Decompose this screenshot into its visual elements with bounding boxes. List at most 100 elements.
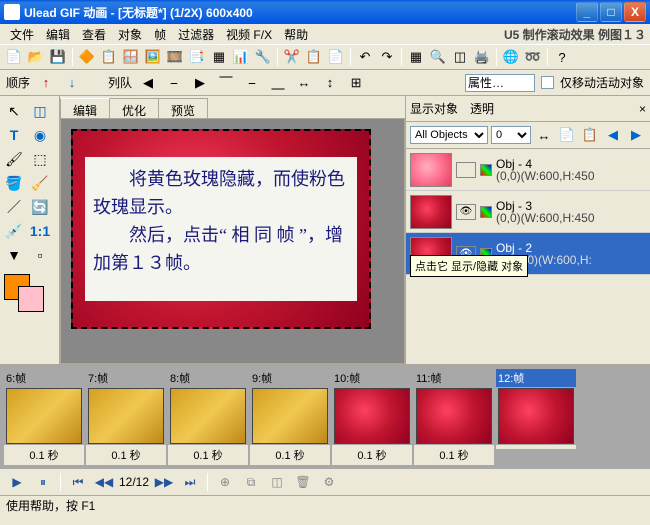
same-frame-button[interactable]: ⧉: [240, 472, 262, 492]
pause-button[interactable]: ⏸: [32, 472, 54, 492]
next-frame-button[interactable]: ▶▶: [153, 472, 175, 492]
video-button[interactable]: 🎞️: [165, 47, 185, 67]
maximize-button[interactable]: □: [600, 2, 622, 22]
document-button[interactable]: 📋: [99, 47, 119, 67]
frame[interactable]: 12:帧: [496, 369, 576, 465]
window-button[interactable]: 🪟: [121, 47, 141, 67]
move-only-checkbox[interactable]: [541, 76, 554, 89]
canvas[interactable]: 将黄色玫瑰隐藏，而使粉色玫瑰显示。 然后，点击“ 相 同 帧 ”，增加第１３帧。: [71, 129, 371, 329]
selection-tool[interactable]: ◫: [28, 100, 52, 122]
menu-help[interactable]: 帮助: [278, 24, 314, 45]
pointer-tool[interactable]: ↖: [2, 100, 26, 122]
frame[interactable]: 9:帧 0.1 秒: [250, 369, 330, 465]
visibility-toggle[interactable]: [456, 162, 476, 178]
prev-object-icon[interactable]: ◀: [603, 125, 623, 145]
help-button[interactable]: ?: [552, 47, 572, 67]
align-top-button[interactable]: ⎺: [216, 73, 236, 93]
brush-tool[interactable]: 🖌: [2, 148, 26, 170]
property-button[interactable]: ⚙: [318, 472, 340, 492]
attr-input[interactable]: [465, 74, 535, 92]
minimize-button[interactable]: _: [576, 2, 598, 22]
frame[interactable]: 8:帧 0.1 秒: [168, 369, 248, 465]
copy-object-icon[interactable]: 📋: [580, 125, 600, 145]
menu-filter[interactable]: 过滤器: [172, 24, 220, 45]
zoom-tool[interactable]: 1:1: [28, 220, 52, 242]
menu-videofx[interactable]: 视频 F/X: [220, 24, 278, 45]
paste-button[interactable]: 📄: [326, 47, 346, 67]
frame[interactable]: 11:帧 0.1 秒: [414, 369, 494, 465]
align-center-button[interactable]: ⎯: [164, 73, 184, 93]
rotate-tool[interactable]: 🔄: [28, 196, 52, 218]
frame[interactable]: 6:帧 0.1 秒: [4, 369, 84, 465]
print-button[interactable]: 🖨️: [472, 47, 492, 67]
save-button[interactable]: 💾: [48, 47, 68, 67]
undo-button[interactable]: ↶: [355, 47, 375, 67]
align-horiz-button[interactable]: ↔: [294, 73, 314, 93]
align-vert-button[interactable]: ↕: [320, 73, 340, 93]
tools-button[interactable]: 🔧: [253, 47, 273, 67]
transparency-dropdown[interactable]: 0: [491, 126, 531, 144]
swap-icon[interactable]: ↔: [534, 125, 554, 145]
frame[interactable]: 7:帧 0.1 秒: [86, 369, 166, 465]
eraser-tool[interactable]: 🧹: [28, 172, 52, 194]
object-tool[interactable]: ⬚: [28, 148, 52, 170]
next-object-icon[interactable]: ▶: [626, 125, 646, 145]
web-button[interactable]: 🌐: [501, 47, 521, 67]
tab-preview[interactable]: 预览: [158, 98, 208, 118]
frame[interactable]: 10:帧 0.1 秒: [332, 369, 412, 465]
text-tool[interactable]: T: [2, 124, 26, 146]
align-middle-button[interactable]: ⎯: [242, 73, 262, 93]
background-color[interactable]: [18, 286, 44, 312]
play-button[interactable]: ▶: [6, 472, 28, 492]
eyedropper-tool[interactable]: 💉: [2, 220, 26, 242]
align-right-button[interactable]: ▶: [190, 73, 210, 93]
menu-object[interactable]: 对象: [112, 24, 148, 45]
line-tool[interactable]: ／: [2, 196, 26, 218]
object-row[interactable]: Obj - 4 (0,0)(W:600,H:450: [406, 149, 650, 191]
new-button[interactable]: 📄: [4, 47, 24, 67]
menu-file[interactable]: 文件: [4, 24, 40, 45]
delete-frame-button[interactable]: 🗑: [292, 472, 314, 492]
align-bottom-button[interactable]: ⎽: [268, 73, 288, 93]
cut-button[interactable]: ✂️: [282, 47, 302, 67]
small-tool[interactable]: ▫: [28, 244, 52, 266]
sound-button[interactable]: ▦: [209, 47, 229, 67]
object-row[interactable]: 👁 Obj - 3 (0,0)(W:600,H:450: [406, 191, 650, 233]
visibility-toggle[interactable]: 👁: [456, 204, 476, 220]
prev-frame-button[interactable]: ◀◀: [93, 472, 115, 492]
menu-edit[interactable]: 编辑: [40, 24, 76, 45]
crop-button[interactable]: ◫: [450, 47, 470, 67]
redo-button[interactable]: ↷: [377, 47, 397, 67]
last-frame-button[interactable]: ⏭: [179, 472, 201, 492]
image-button[interactable]: 🖼️: [143, 47, 163, 67]
menu-frame[interactable]: 帧: [148, 24, 172, 45]
timeline: 6:帧 0.1 秒7:帧 0.1 秒8:帧 0.1 秒9:帧 0.1 秒10:帧…: [0, 364, 650, 495]
order-up-button[interactable]: ↑: [36, 73, 56, 93]
new-object-icon[interactable]: 📄: [557, 125, 577, 145]
add-frame-button[interactable]: ⊕: [214, 472, 236, 492]
panel-close-icon[interactable]: ×: [639, 102, 646, 116]
first-frame-button[interactable]: ⏮: [67, 472, 89, 492]
canvas-area[interactable]: 将黄色玫瑰隐藏，而使粉色玫瑰显示。 然后，点击“ 相 同 帧 ”，增加第１３帧。: [60, 118, 405, 364]
close-button[interactable]: X: [624, 2, 646, 22]
frame-strip[interactable]: 6:帧 0.1 秒7:帧 0.1 秒8:帧 0.1 秒9:帧 0.1 秒10:帧…: [0, 365, 650, 469]
zoom-button[interactable]: 🔍: [428, 47, 448, 67]
chart-button[interactable]: 📊: [231, 47, 251, 67]
browse-button[interactable]: ➿: [523, 47, 543, 67]
tween-button[interactable]: ◫: [266, 472, 288, 492]
object-filter-dropdown[interactable]: All Objects: [410, 126, 488, 144]
distribute-button[interactable]: ⊞: [346, 73, 366, 93]
fill-tool[interactable]: 🪣: [2, 172, 26, 194]
copy-button[interactable]: 📋: [304, 47, 324, 67]
bucket-tool[interactable]: ▼: [2, 244, 26, 266]
grid-button[interactable]: ▦: [406, 47, 426, 67]
frame-button[interactable]: 📑: [187, 47, 207, 67]
wizard-button[interactable]: 🔶: [77, 47, 97, 67]
open-button[interactable]: 📂: [26, 47, 46, 67]
order-down-button[interactable]: ↓: [62, 73, 82, 93]
shape-tool[interactable]: ◉: [28, 124, 52, 146]
tab-edit[interactable]: 编辑: [60, 98, 110, 118]
tab-optimize[interactable]: 优化: [109, 98, 159, 118]
menu-view[interactable]: 查看: [76, 24, 112, 45]
align-left-button[interactable]: ◀: [138, 73, 158, 93]
